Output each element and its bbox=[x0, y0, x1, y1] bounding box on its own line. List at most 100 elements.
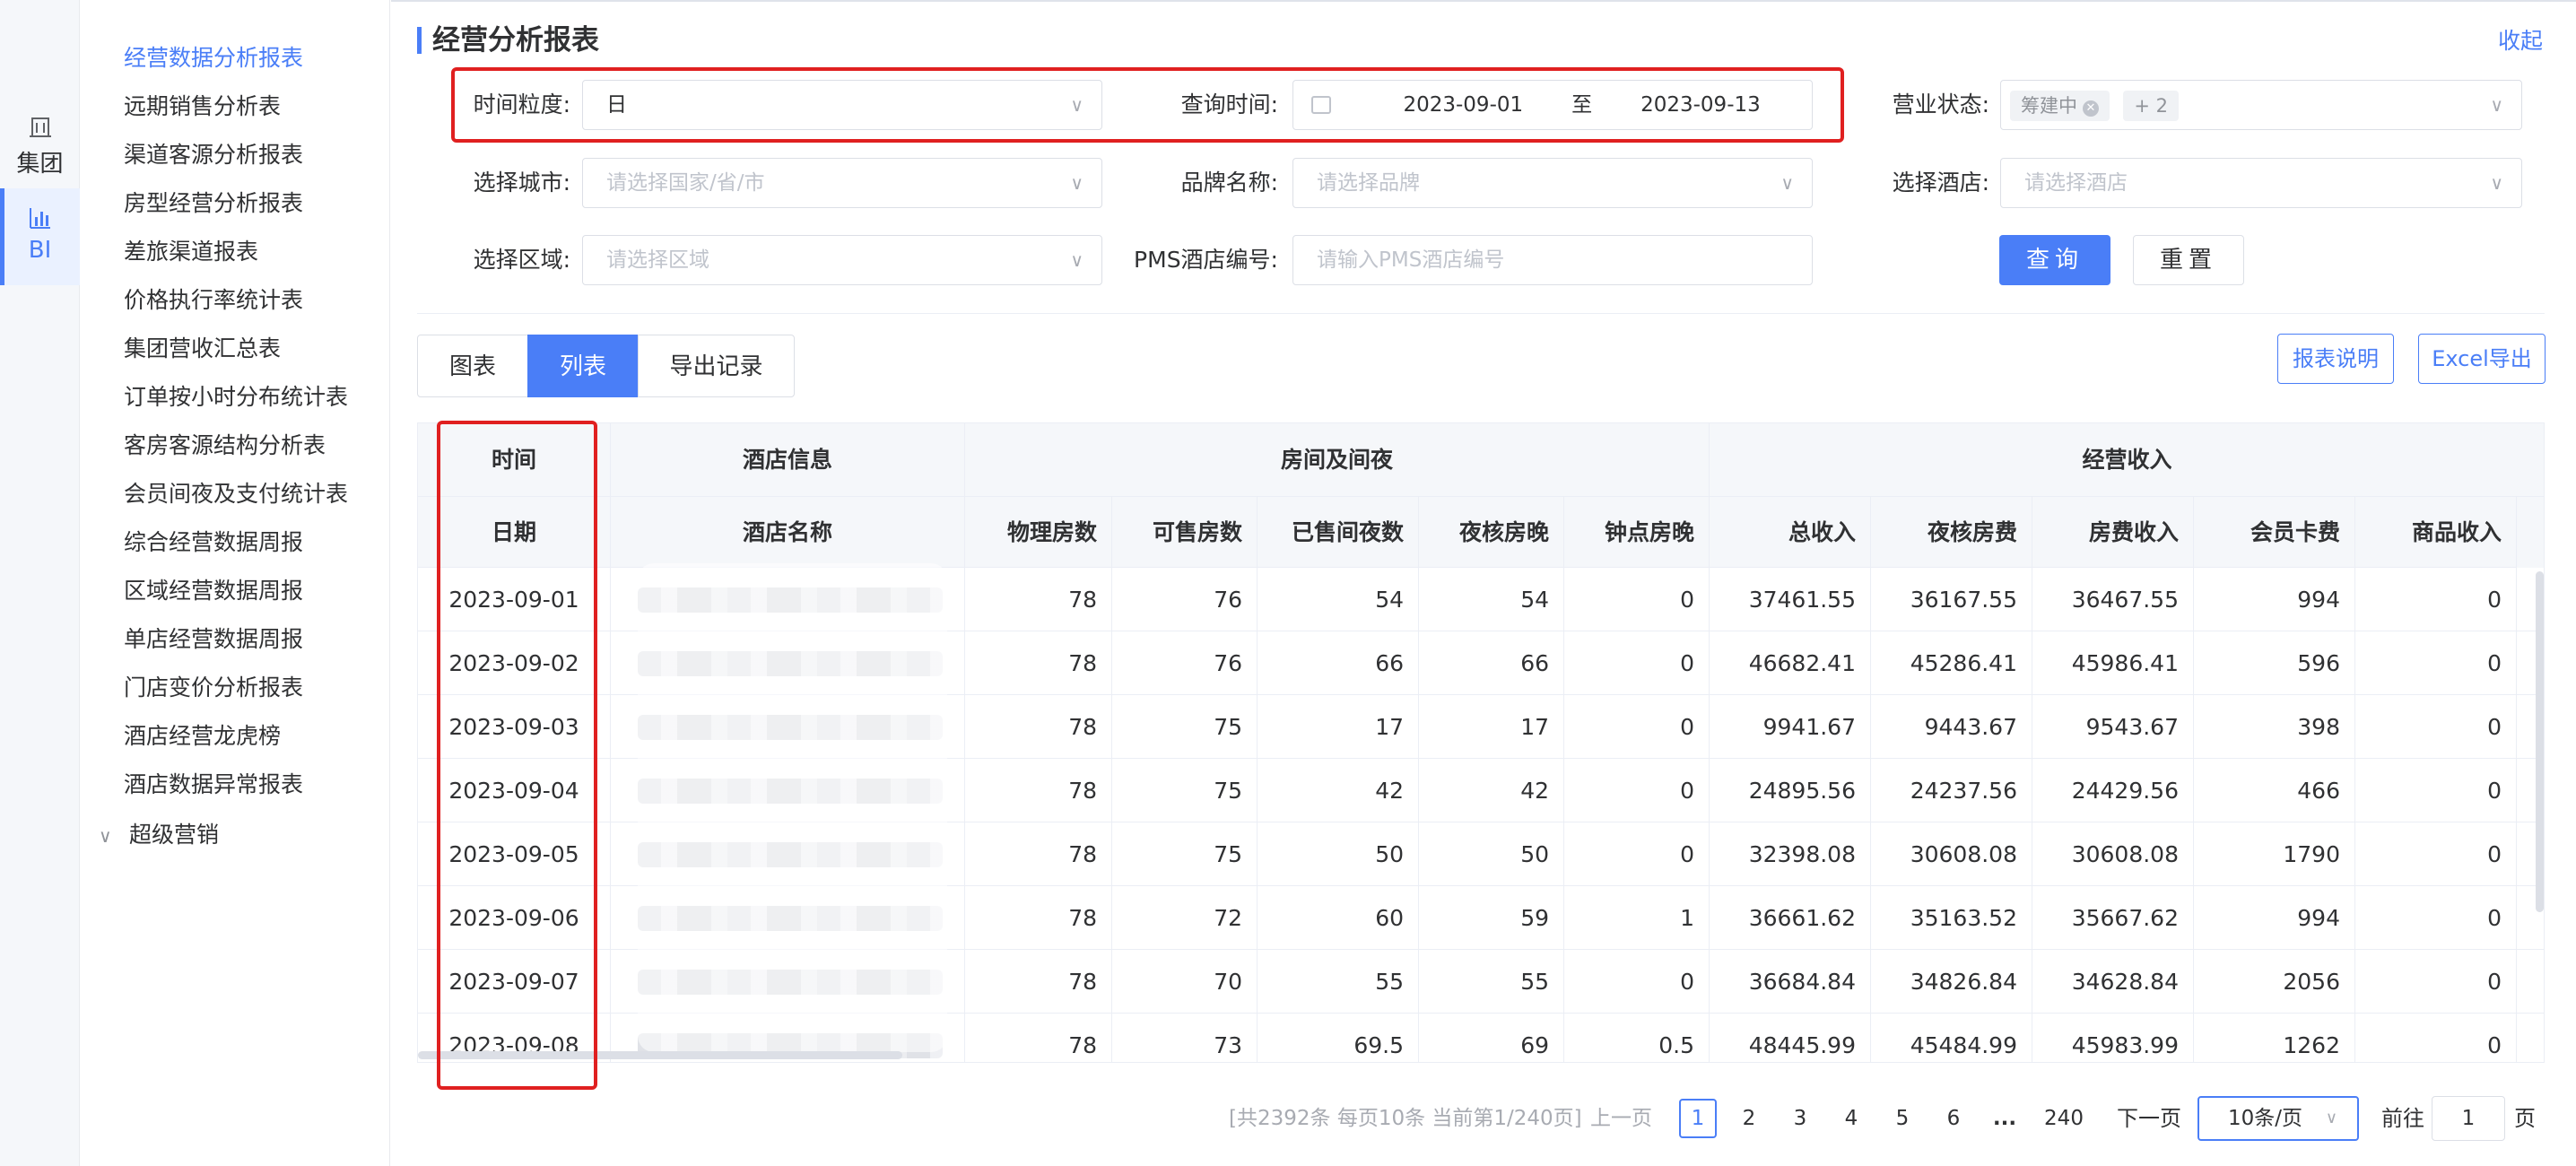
table-cell: 54 bbox=[1258, 568, 1419, 631]
column-header[interactable]: 总收入 bbox=[1710, 497, 1871, 568]
prev-page-button[interactable]: 上一页 bbox=[1590, 1099, 1652, 1138]
menu-item[interactable]: 区域经营数据周报 bbox=[124, 573, 303, 609]
highlight-box-date-column bbox=[437, 421, 597, 1090]
table-cell: 0 bbox=[2355, 568, 2517, 631]
table-cell: 34826.84 bbox=[1871, 950, 2032, 1014]
table-cell: 994 bbox=[2194, 886, 2355, 950]
table-cell: 76 bbox=[1112, 631, 1258, 695]
menu-item[interactable]: 订单按小时分布统计表 bbox=[124, 379, 348, 415]
hotel-label: 选择酒店: bbox=[1892, 170, 1989, 196]
table-cell: 9443.67 bbox=[1871, 695, 2032, 759]
city-placeholder: 请选择国家/省/市 bbox=[606, 171, 765, 195]
title-accent-bar bbox=[417, 27, 422, 54]
close-icon[interactable]: ✕ bbox=[2083, 100, 2099, 117]
rail-item-bi[interactable]: BI bbox=[0, 188, 80, 285]
menu-item[interactable]: 客房客源结构分析表 bbox=[124, 428, 326, 464]
menu-item[interactable]: 酒店经营龙虎榜 bbox=[124, 718, 281, 754]
table-cell: 75 bbox=[1112, 822, 1258, 886]
column-header[interactable]: 夜核房费 bbox=[1871, 497, 2032, 568]
table-cell: 69.5 bbox=[1258, 1014, 1419, 1062]
status-multiselect[interactable]: 筹建中 ✕ + 2 ∨ bbox=[2000, 80, 2522, 130]
column-header[interactable]: 房费收入 bbox=[2032, 497, 2194, 568]
status-label: 营业状态: bbox=[1892, 91, 1989, 117]
tab-list[interactable]: 列表 bbox=[527, 335, 639, 397]
tab-chart[interactable]: 图表 bbox=[417, 335, 528, 397]
menu-item[interactable]: 综合经营数据周报 bbox=[124, 525, 303, 561]
vertical-scrollbar[interactable] bbox=[2536, 571, 2544, 912]
brand-placeholder: 请选择品牌 bbox=[1317, 171, 1420, 195]
hotel-select[interactable]: 请选择酒店 ∨ bbox=[2000, 158, 2522, 208]
menu-item[interactable]: 会员间夜及支付统计表 bbox=[124, 476, 348, 512]
table-cell: 0 bbox=[2355, 631, 2517, 695]
table-cell: 994 bbox=[2194, 568, 2355, 631]
city-label: 选择城市: bbox=[473, 170, 570, 196]
page-button-2[interactable]: 2 bbox=[1730, 1099, 1768, 1138]
bar-chart-icon bbox=[29, 208, 50, 229]
rail-item-label: 集团 bbox=[16, 151, 64, 178]
table-cell: 78 bbox=[965, 1014, 1112, 1062]
page-button-4[interactable]: 4 bbox=[1832, 1099, 1870, 1138]
table-cell: 9543.67 bbox=[2032, 695, 2194, 759]
menu-item[interactable]: 远期销售分析表 bbox=[124, 89, 281, 125]
menu-item-business-analysis[interactable]: 经营数据分析报表 bbox=[124, 40, 303, 76]
column-header[interactable]: 可售房数 bbox=[1112, 497, 1258, 568]
menu-item[interactable]: 酒店数据异常报表 bbox=[124, 767, 303, 803]
table-cell: 0 bbox=[2355, 759, 2517, 822]
page-size-select[interactable]: 10条/页 ∨ bbox=[2197, 1096, 2359, 1141]
status-tag[interactable]: 筹建中 ✕ bbox=[2010, 90, 2110, 121]
query-button[interactable]: 查询 bbox=[1999, 235, 2110, 285]
table-cell: 32398.08 bbox=[1710, 822, 1871, 886]
tab-export-records[interactable]: 导出记录 bbox=[638, 335, 795, 397]
menu-item[interactable]: 差旅渠道报表 bbox=[124, 234, 258, 270]
collapse-link[interactable]: 收起 bbox=[2498, 25, 2543, 57]
menu-item[interactable]: 渠道客源分析报表 bbox=[124, 137, 303, 173]
menu-item[interactable]: 集团营收汇总表 bbox=[124, 331, 281, 367]
reset-button[interactable]: 重置 bbox=[2133, 235, 2244, 285]
rail-item-group[interactable]: 集团 bbox=[0, 106, 80, 187]
excel-export-button[interactable]: Excel导出 bbox=[2418, 334, 2546, 384]
table-cell: 0 bbox=[2355, 822, 2517, 886]
menu-item[interactable]: 价格执行率统计表 bbox=[124, 283, 303, 318]
chevron-down-icon: ∨ bbox=[2490, 94, 2503, 116]
column-header[interactable]: 夜核房晚 bbox=[1419, 497, 1564, 568]
column-header[interactable]: 钟点房晚 bbox=[1564, 497, 1710, 568]
pms-input[interactable]: 请输入PMS酒店编号 bbox=[1292, 235, 1813, 285]
region-select[interactable]: 请选择区域 ∨ bbox=[582, 235, 1102, 285]
brand-select[interactable]: 请选择品牌 ∨ bbox=[1292, 158, 1813, 208]
table-cell: 66 bbox=[1258, 631, 1419, 695]
page-button-6[interactable]: 6 bbox=[1935, 1099, 1972, 1138]
menu-group-super-marketing[interactable]: ∨ 超级营销 bbox=[99, 817, 219, 853]
chevron-down-icon: ∨ bbox=[1070, 249, 1083, 271]
report-table: 时间 酒店信息 房间及间夜 经营收入 日期 酒店名称 物理房数 可售房数 已售间… bbox=[417, 422, 2545, 1063]
menu-item[interactable]: 单店经营数据周报 bbox=[124, 622, 303, 657]
table-cell: 0 bbox=[1564, 759, 1710, 822]
goto-page-input[interactable]: 1 bbox=[2432, 1096, 2505, 1141]
table-cell: 2056 bbox=[2194, 950, 2355, 1014]
next-page-button[interactable]: 下一页 bbox=[2117, 1099, 2181, 1138]
city-select[interactable]: 请选择国家/省/市 ∨ bbox=[582, 158, 1102, 208]
menu-item[interactable]: 门店变价分析报表 bbox=[124, 670, 303, 706]
table-cell: 60 bbox=[1258, 886, 1419, 950]
table-cell: 30608.08 bbox=[2032, 822, 2194, 886]
goto-prefix: 前往 bbox=[2381, 1106, 2424, 1131]
column-header[interactable]: 物理房数 bbox=[965, 497, 1112, 568]
page-button-last[interactable]: 240 bbox=[2037, 1099, 2091, 1138]
column-header[interactable]: 商品收入 bbox=[2355, 497, 2517, 568]
pagination-ellipsis[interactable]: ... bbox=[1986, 1099, 2023, 1138]
table-cell: 24895.56 bbox=[1710, 759, 1871, 822]
page-title: 经营分析报表 bbox=[432, 24, 599, 57]
column-header[interactable]: 已售间夜数 bbox=[1258, 497, 1419, 568]
side-menu: 经营数据分析报表 远期销售分析表 渠道客源分析报表 房型经营分析报表 差旅渠道报… bbox=[81, 0, 390, 1166]
column-header[interactable]: 会员卡费 bbox=[2194, 497, 2355, 568]
report-description-button[interactable]: 报表说明 bbox=[2277, 334, 2394, 384]
menu-item[interactable]: 房型经营分析报表 bbox=[124, 186, 303, 222]
page-button-1[interactable]: 1 bbox=[1679, 1099, 1717, 1138]
page-button-3[interactable]: 3 bbox=[1781, 1099, 1819, 1138]
table-cell: 50 bbox=[1258, 822, 1419, 886]
column-header[interactable]: 酒店名称 bbox=[611, 497, 965, 568]
table-cell: 1262 bbox=[2194, 1014, 2355, 1062]
page-button-5[interactable]: 5 bbox=[1884, 1099, 1921, 1138]
table-cell: 0 bbox=[1564, 695, 1710, 759]
table-cell: 466 bbox=[2194, 759, 2355, 822]
table-cell: 45484.99 bbox=[1871, 1014, 2032, 1062]
